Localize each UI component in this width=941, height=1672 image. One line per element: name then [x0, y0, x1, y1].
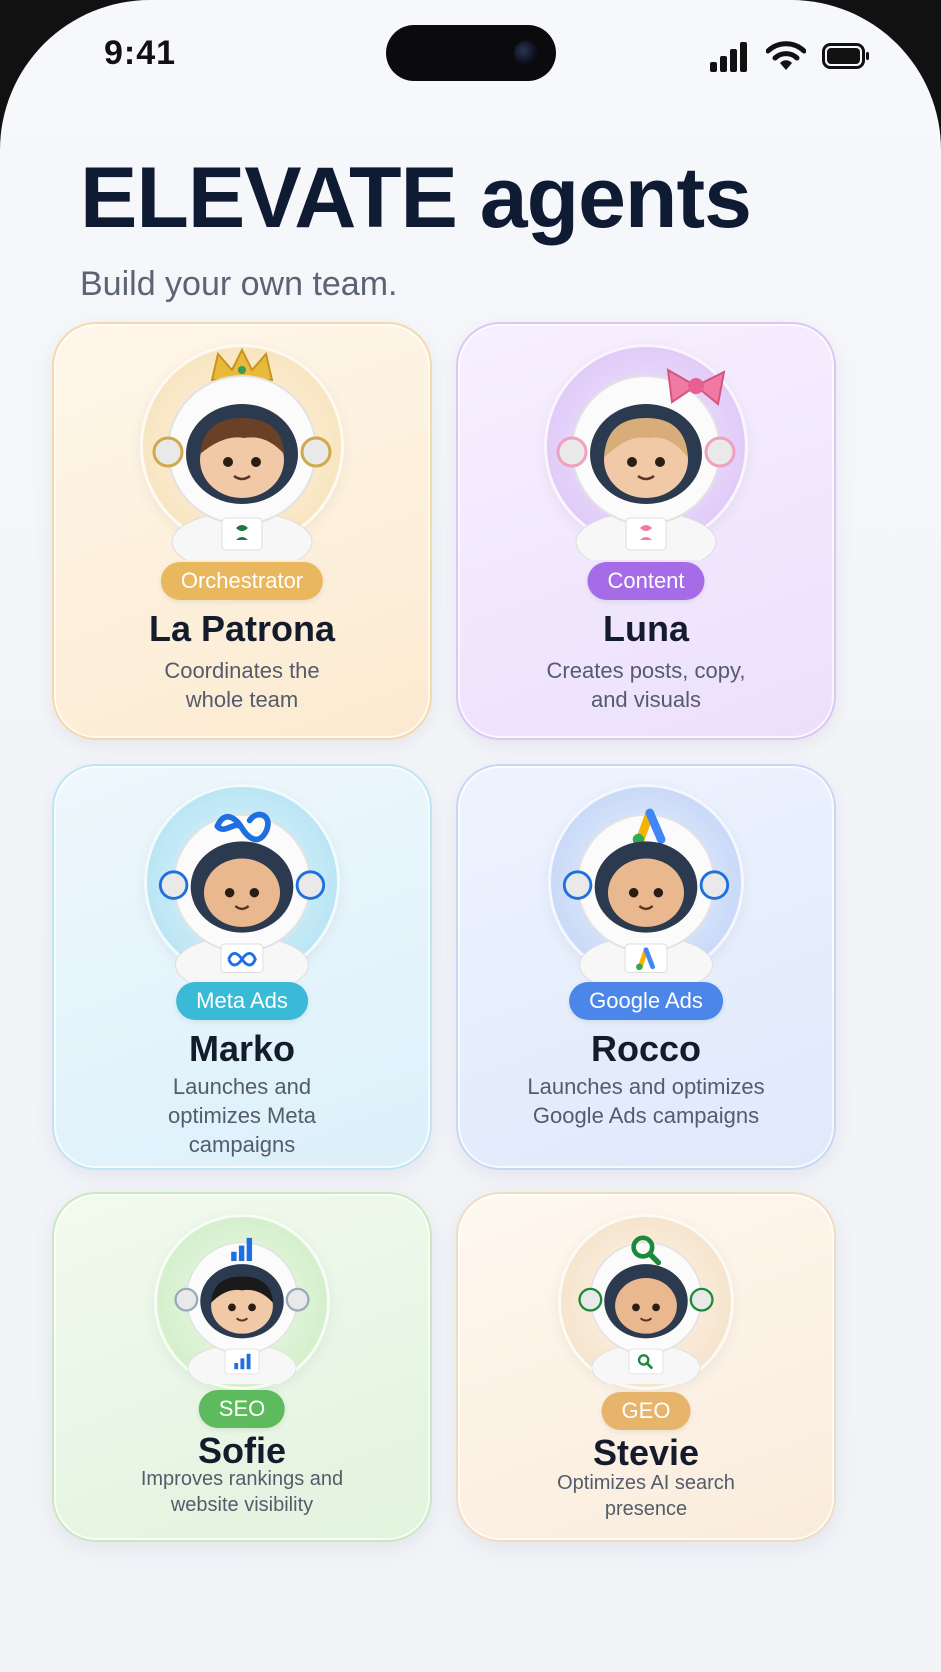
astronaut-avatar [556, 368, 736, 560]
phone-screen: 9:41 ELEVATE agents Build your own team. [0, 0, 941, 1672]
page-title: ELEVATE agents [80, 150, 752, 246]
agent-name: Luna [603, 608, 689, 649]
agent-name: Rocco [590, 1028, 702, 1069]
agent-card-la-patrona[interactable]: Orchestrator La Patrona Coordinates the … [52, 322, 432, 740]
role-badge: Meta Ads [176, 982, 308, 1020]
agent-name: Stevie [592, 1432, 700, 1473]
agent-name: Marko [188, 1028, 296, 1069]
agent-description: Creates posts, copy, and visuals [546, 658, 746, 712]
camera-icon [514, 41, 538, 65]
role-badge: Content [587, 562, 705, 600]
agent-name: La Patrona [148, 608, 336, 649]
agent-description: Coordinates the whole team [164, 658, 320, 712]
agent-description: Launches and optimizes Meta campaigns [168, 1074, 316, 1157]
status-time: 9:41 [104, 34, 177, 72]
agent-card-rocco[interactable]: Google Ads Rocco Launches and optimizes … [456, 764, 836, 1170]
role-badge: SEO [198, 1390, 286, 1428]
astronaut-avatar [174, 1237, 310, 1384]
header: ELEVATE agents Build your own team. [80, 150, 752, 303]
agent-description: Improves rankings and website visibility [140, 1468, 344, 1516]
role-badge: Orchestrator [160, 562, 324, 600]
battery-icon [822, 43, 869, 69]
agent-card-stevie[interactable]: GEO Stevie Optimizes AI search presence [456, 1192, 836, 1542]
status-bar: 9:41 [0, 0, 941, 110]
page-subtitle: Build your own team. [80, 265, 398, 303]
wifi-icon [766, 41, 806, 70]
dynamic-island [386, 25, 556, 81]
astronaut-avatar [152, 347, 332, 560]
role-badge: GEO [601, 1392, 691, 1430]
agent-description: Optimizes AI search presence [557, 1472, 735, 1520]
astronaut-avatar [562, 808, 730, 982]
role-badge: Google Ads [569, 982, 723, 1020]
agent-card-marko[interactable]: Meta Ads Marko Launches and optimizes Me… [52, 764, 432, 1170]
agent-card-luna[interactable]: Content Luna Creates posts, copy, and vi… [456, 322, 836, 740]
astronaut-avatar [578, 1235, 714, 1384]
cellular-signal-icon [710, 42, 750, 72]
astronaut-avatar [158, 811, 326, 982]
agent-card-sofie[interactable]: SEO Sofie Improves rankings and website … [52, 1192, 432, 1542]
agent-description: Launches and optimizes Google Ads campai… [527, 1074, 765, 1128]
